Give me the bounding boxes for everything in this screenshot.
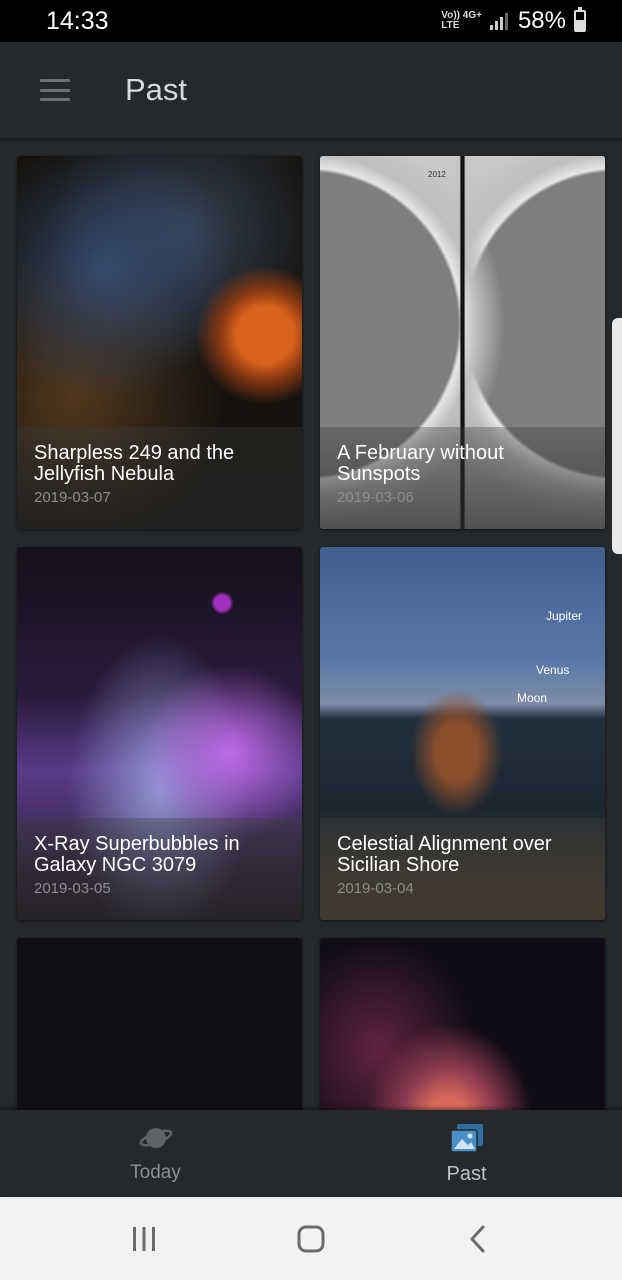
apod-grid[interactable]: Sharpless 249 and the Jellyfish Nebula 2… xyxy=(0,138,622,1110)
apod-card[interactable]: 2012 A February without Sunspots 2019-03… xyxy=(320,156,605,529)
nav-label-past: Past xyxy=(446,1162,487,1185)
image-label-moon: Moon xyxy=(517,691,548,705)
card-date: 2019-03-07 xyxy=(34,489,111,506)
card-caption: Celestial Alignment over Sicilian Shore … xyxy=(320,818,605,920)
gallery-icon xyxy=(449,1123,483,1153)
planet-icon xyxy=(139,1128,172,1148)
card-title: A February without Sunspots xyxy=(337,442,504,485)
image-year-text: 2012 xyxy=(428,170,446,179)
system-navigation-bar xyxy=(0,1197,622,1280)
home-icon[interactable] xyxy=(281,1209,341,1269)
card-image xyxy=(320,938,605,1110)
card-caption: Sharpless 249 and the Jellyfish Nebula 2… xyxy=(17,427,302,529)
card-caption: X-Ray Superbubbles in Galaxy NGC 3079 20… xyxy=(17,818,302,920)
page-title: Past xyxy=(125,72,188,107)
battery-percent: 58% xyxy=(517,7,566,34)
nav-item-today[interactable]: Today xyxy=(0,1110,311,1197)
apod-card[interactable] xyxy=(320,938,605,1110)
status-icons: Vo)) 4G+ LTE 58% xyxy=(441,7,586,35)
network-bottom-text: LTE xyxy=(441,20,460,31)
apod-card[interactable]: X-Ray Superbubbles in Galaxy NGC 3079 20… xyxy=(17,547,302,920)
card-image xyxy=(17,938,302,1110)
recent-apps-icon[interactable] xyxy=(114,1209,174,1269)
apod-card[interactable]: Sharpless 249 and the Jellyfish Nebula 2… xyxy=(17,156,302,529)
card-title: Celestial Alignment over Sicilian Shore xyxy=(337,833,552,876)
bottom-navigation: Today Past xyxy=(0,1110,622,1197)
status-bar: 14:33 Vo)) 4G+ LTE 58% xyxy=(0,0,622,42)
card-date: 2019-03-04 xyxy=(337,880,414,897)
nav-item-past[interactable]: Past xyxy=(311,1110,622,1197)
apod-card[interactable]: Jupiter Venus Moon Celestial Alignment o… xyxy=(320,547,605,920)
back-icon[interactable] xyxy=(448,1209,508,1269)
status-time: 14:33 xyxy=(46,6,109,35)
battery-icon xyxy=(574,7,586,32)
image-label-jupiter: Jupiter xyxy=(546,609,583,623)
apod-card[interactable] xyxy=(17,938,302,1110)
nav-label-today: Today xyxy=(130,1162,181,1183)
app-bar: Past xyxy=(0,42,622,138)
signal-icon xyxy=(489,12,510,30)
hamburger-menu-icon[interactable] xyxy=(40,79,70,101)
card-date: 2019-03-06 xyxy=(337,489,414,506)
card-date: 2019-03-05 xyxy=(34,880,111,897)
card-caption: A February without Sunspots 2019-03-06 xyxy=(320,427,605,529)
card-title: Sharpless 249 and the Jellyfish Nebula xyxy=(34,442,235,485)
scroll-handle[interactable] xyxy=(612,318,622,554)
card-title: X-Ray Superbubbles in Galaxy NGC 3079 xyxy=(34,833,240,876)
network-indicator: Vo)) 4G+ LTE xyxy=(441,11,482,31)
image-label-venus: Venus xyxy=(536,663,570,677)
